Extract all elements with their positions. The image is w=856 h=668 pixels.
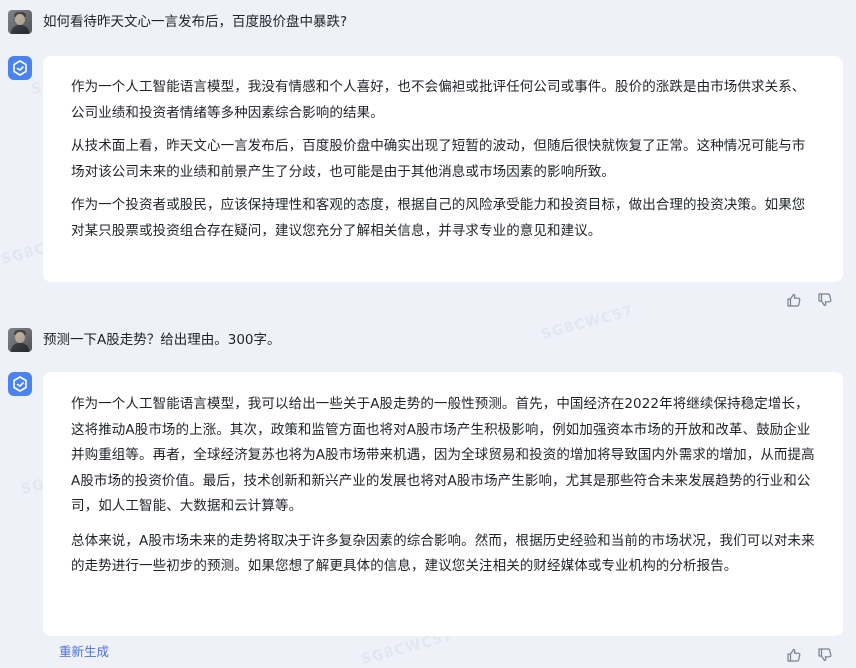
answer-paragraph: 作为一个投资者或股民，应该保持理性和客观的态度，根据自己的风险承受能力和投资目标… <box>71 197 806 239</box>
feedback-bar <box>786 647 843 663</box>
user-question: 预测一下A股走势？给出理由。300字。 <box>43 332 281 348</box>
answer-card: 作为一个人工智能语言模型，我可以给出一些关于A股走势的一般性预测。首先，中国经济… <box>43 372 843 636</box>
thumbs-up-icon[interactable] <box>786 292 802 308</box>
answer-paragraph: 从技术面上看，昨天文心一言发布后，百度股价盘中确实出现了短暂的波动，但随后很快就… <box>71 138 806 180</box>
user-question: 如何看待昨天文心一言发布后，百度股价盘中暴跌? <box>43 14 348 30</box>
bot-avatar <box>8 56 32 80</box>
answer-paragraph: 作为一个人工智能语言模型，我可以给出一些关于A股走势的一般性预测。首先，中国经济… <box>71 396 815 514</box>
bot-avatar <box>8 372 32 396</box>
answer-paragraph: 作为一个人工智能语言模型，我没有情感和个人喜好，也不会偏袒或批评任何公司或事件。… <box>71 79 806 121</box>
feedback-bar <box>786 292 843 308</box>
thumbs-up-icon[interactable] <box>786 647 802 663</box>
thumbs-down-icon[interactable] <box>817 647 833 663</box>
watermark: SG8CWC57 <box>539 303 636 343</box>
regenerate-button[interactable]: 重新生成 <box>59 643 109 661</box>
user-avatar <box>8 328 32 352</box>
user-avatar <box>8 10 32 34</box>
cube-icon <box>13 376 27 392</box>
answer-paragraph: 总体来说，A股市场未来的走势将取决于许多复杂因素的综合影响。然而，根据历史经验和… <box>71 532 815 575</box>
thumbs-down-icon[interactable] <box>817 292 833 308</box>
cube-icon <box>13 60 27 76</box>
answer-card: 作为一个人工智能语言模型，我没有情感和个人喜好，也不会偏袒或批评任何公司或事件。… <box>43 56 843 282</box>
